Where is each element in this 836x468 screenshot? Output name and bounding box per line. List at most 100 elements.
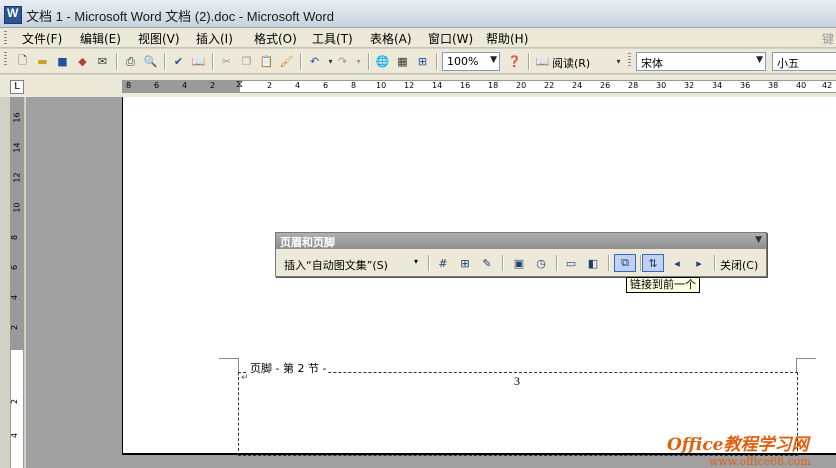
- show-next-icon[interactable]: ▸: [690, 254, 708, 272]
- site-watermark: Office教程学习网 www.office68.com: [667, 430, 811, 468]
- save-icon[interactable]: ■: [54, 53, 71, 70]
- menu-window[interactable]: 窗口(W): [428, 30, 473, 47]
- ruler-tick: 14: [12, 142, 22, 153]
- hyperlink-icon[interactable]: 🌐: [374, 53, 391, 70]
- redo-icon[interactable]: ↷: [334, 53, 351, 70]
- ruler-tick: 18: [488, 81, 499, 90]
- ruler-tick: 2: [210, 81, 216, 90]
- email-icon[interactable]: ✉: [94, 53, 111, 70]
- ruler-tick: 16: [12, 112, 22, 123]
- research-icon[interactable]: 📖: [190, 53, 207, 70]
- menu-view[interactable]: 视图(V): [138, 30, 180, 47]
- watermark-title: Office教程学习网: [667, 435, 809, 455]
- link-to-previous-icon[interactable]: ⧉: [614, 254, 636, 272]
- ruler-tick: 4: [295, 81, 301, 90]
- insert-date-icon[interactable]: ▣: [510, 254, 528, 272]
- ruler-tick: 22: [544, 81, 555, 90]
- insert-table-icon[interactable]: ⊞: [414, 53, 431, 70]
- spelling-icon[interactable]: ✔: [170, 53, 187, 70]
- print-icon[interactable]: ⎙: [122, 53, 139, 70]
- redo-dropdown-icon[interactable]: ▾: [350, 53, 367, 70]
- toolbar-grip-icon[interactable]: [4, 52, 7, 66]
- chevron-down-icon[interactable]: ▼: [490, 55, 497, 65]
- menu-tools[interactable]: 工具(T): [312, 30, 353, 47]
- insert-time-icon[interactable]: ◷: [532, 254, 550, 272]
- ruler-tick: 36: [740, 81, 751, 90]
- toolbar-options-icon[interactable]: ▾: [610, 53, 627, 70]
- ruler-tick: 6: [154, 81, 160, 90]
- footer-section-label: 页脚 - 第 2 节 -: [248, 360, 329, 376]
- footer-page-number: 3: [514, 374, 520, 388]
- ruler-tick: 4: [10, 294, 20, 301]
- toolbar-options-icon[interactable]: ▼: [755, 235, 762, 245]
- cut-icon[interactable]: ✂: [218, 53, 235, 70]
- help-icon[interactable]: ❓: [506, 53, 523, 70]
- header-footer-toolbar: 页眉和页脚 ▼ 插入“自动图文集”(S) ▾ # ⊞ ✎ ▣ ◷ ▭ ◧ ⧉ ⇅…: [275, 232, 767, 277]
- watermark-url: www.office68.com: [709, 455, 811, 468]
- menu-bar: 文件(F) 编辑(E) 视图(V) 插入(I) 格式(O) 工具(T) 表格(A…: [0, 28, 836, 48]
- menu-edit[interactable]: 编辑(E): [80, 30, 121, 47]
- show-hide-text-icon[interactable]: ◧: [584, 254, 602, 272]
- font-size-combo[interactable]: 小五: [772, 52, 836, 71]
- standard-toolbar: 🗋 ▬ ■ ◆ ✉ ⎙ 🔍 ✔ 📖 ✂ ❐ 📋 🖌 ↶ ▾ ↷ ▾ 🌐 ▦ ⊞ …: [0, 49, 836, 74]
- ruler-tick: 26: [600, 81, 611, 90]
- menu-grip-icon[interactable]: [4, 31, 7, 45]
- font-name-combo[interactable]: 宋体 ▼: [636, 52, 766, 71]
- paste-icon[interactable]: 📋: [258, 53, 275, 70]
- undo-icon[interactable]: ↶: [306, 53, 323, 70]
- ruler-tick: 28: [628, 81, 639, 90]
- ruler-tick: 14: [432, 81, 443, 90]
- zoom-combo[interactable]: 100% ▼: [442, 52, 500, 71]
- menu-table[interactable]: 表格(A): [370, 30, 412, 47]
- ruler-tick: 8: [351, 81, 357, 90]
- close-header-footer-button[interactable]: 关闭(C): [720, 257, 758, 273]
- open-icon[interactable]: ▬: [34, 53, 51, 70]
- menu-insert[interactable]: 插入(I): [196, 30, 233, 47]
- switch-header-footer-icon[interactable]: ⇅: [642, 254, 664, 272]
- header-footer-toolbar-title: 页眉和页脚: [280, 236, 335, 249]
- menu-format[interactable]: 格式(O): [254, 30, 297, 47]
- show-previous-icon[interactable]: ◂: [668, 254, 686, 272]
- format-painter-icon[interactable]: 🖌: [278, 53, 295, 70]
- menu-file[interactable]: 文件(F): [22, 30, 62, 47]
- menu-help[interactable]: 帮助(H): [486, 30, 528, 47]
- format-page-number-icon[interactable]: ✎: [478, 254, 496, 272]
- horizontal-ruler[interactable]: 8 6 4 2 2 4 6 8 10 12 14 16 18 20 22 24 …: [122, 79, 836, 93]
- ruler-tick: 4: [182, 81, 188, 90]
- ruler-tick: 30: [656, 81, 667, 90]
- ruler-tick: 6: [10, 264, 20, 271]
- ruler-tick: 6: [323, 81, 329, 90]
- ruler-tick: 10: [12, 202, 22, 213]
- insert-number-of-pages-icon[interactable]: ⊞: [456, 254, 474, 272]
- print-preview-icon[interactable]: 🔍: [142, 53, 159, 70]
- ruler-tick: 8: [126, 81, 132, 90]
- permission-icon[interactable]: ◆: [74, 53, 91, 70]
- margin-corner-right: [796, 358, 816, 372]
- word-app-icon[interactable]: [4, 6, 22, 24]
- tables-borders-icon[interactable]: ▦: [394, 53, 411, 70]
- ruler-tick: 12: [404, 81, 415, 90]
- header-footer-toolbar-titlebar[interactable]: 页眉和页脚 ▼: [276, 233, 766, 249]
- chevron-down-icon[interactable]: ▾: [414, 257, 418, 266]
- ruler-tick: 32: [684, 81, 695, 90]
- insert-page-number-icon[interactable]: #: [434, 254, 452, 272]
- read-icon[interactable]: 📖: [534, 53, 551, 70]
- zoom-value: 100%: [447, 55, 479, 68]
- vertical-ruler[interactable]: 16 14 12 10 8 6 4 2 2 4: [10, 97, 24, 468]
- ruler-tick: 38: [768, 81, 779, 90]
- copy-icon[interactable]: ❐: [238, 53, 255, 70]
- chevron-down-icon[interactable]: ▼: [756, 55, 763, 65]
- insert-autotext-button[interactable]: 插入“自动图文集”(S): [284, 257, 388, 273]
- ruler-tick: 20: [516, 81, 527, 90]
- formatting-toolbar-grip-icon[interactable]: [628, 53, 631, 67]
- ruler-tick: 42: [822, 81, 833, 90]
- tab-selector[interactable]: L: [10, 80, 24, 94]
- new-icon[interactable]: 🗋: [14, 53, 31, 70]
- ruler-tick: 40: [796, 81, 807, 90]
- ruler-tick: 2: [10, 398, 20, 405]
- page-setup-icon[interactable]: ▭: [562, 254, 580, 272]
- read-button[interactable]: 阅读(R): [552, 55, 590, 71]
- indent-marker-icon[interactable]: ⧖: [236, 79, 243, 90]
- ruler-tick: 2: [267, 81, 273, 90]
- ruler-tick: 24: [572, 81, 583, 90]
